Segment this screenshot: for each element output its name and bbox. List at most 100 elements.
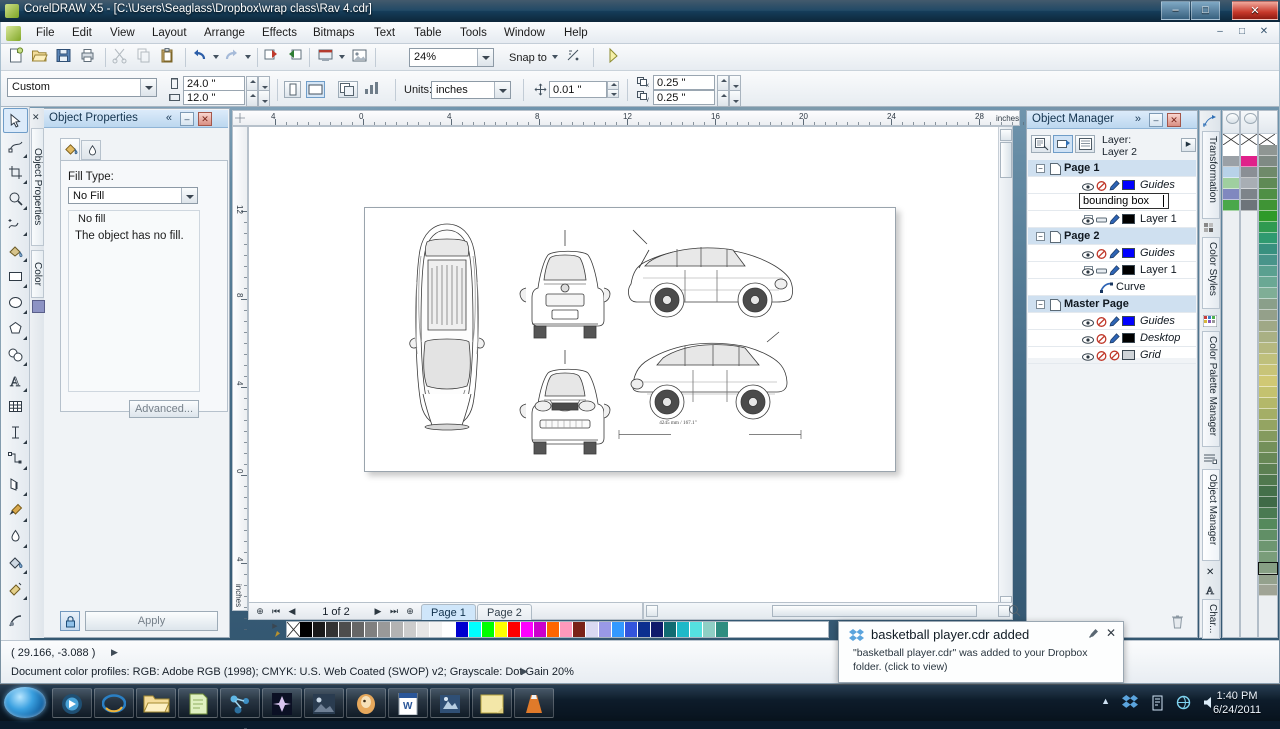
palette-swatch[interactable] xyxy=(1259,530,1277,541)
menu-effects[interactable]: Effects xyxy=(255,25,304,41)
palette-swatch[interactable] xyxy=(469,622,482,637)
docker-minimize-button[interactable]: – xyxy=(180,112,194,126)
palette-swatch[interactable] xyxy=(1259,178,1277,189)
color-palette[interactable] xyxy=(286,621,829,638)
palette-swatch[interactable] xyxy=(1241,200,1257,211)
page-height-spin-up[interactable] xyxy=(246,90,258,107)
object-manager-list[interactable]: −Page 1Guides+Layer 1−Page 2Guides−Layer… xyxy=(1028,160,1196,358)
expand-collapse-toggle[interactable]: − xyxy=(1036,232,1045,241)
table-tool[interactable] xyxy=(3,394,28,419)
layer-color-chip[interactable] xyxy=(1122,248,1135,258)
palette-swatch[interactable] xyxy=(378,622,391,637)
docked-color-palette-2[interactable] xyxy=(1240,110,1258,638)
import-icon[interactable] xyxy=(263,47,284,68)
color-profiles-arrow[interactable]: ▶ xyxy=(521,666,528,677)
palette-swatch[interactable] xyxy=(1259,464,1277,475)
visibility-toggle-icon[interactable] xyxy=(1082,267,1094,275)
canvas-horizontal-scrollbar[interactable] xyxy=(643,602,1013,620)
menu-table[interactable]: Table xyxy=(407,25,449,41)
paste-icon[interactable] xyxy=(159,47,180,68)
object-manager-page-row[interactable]: −Page 1 xyxy=(1028,160,1196,177)
zoom-tool[interactable] xyxy=(3,186,28,211)
menu-view[interactable]: View xyxy=(103,25,142,41)
docked-color-palette-1[interactable] xyxy=(1222,110,1240,638)
print-export-toggle-icon[interactable] xyxy=(1096,266,1107,276)
corel-draw-icon[interactable] xyxy=(430,688,470,718)
palette-swatch[interactable] xyxy=(638,622,651,637)
microsoft-word-icon[interactable]: W xyxy=(388,688,428,718)
palette-swatch[interactable] xyxy=(1223,189,1239,200)
print-export-toggle-icon[interactable] xyxy=(1096,249,1107,259)
fill-type-dropdown-arrow[interactable] xyxy=(181,188,197,203)
palette-swatch[interactable] xyxy=(313,622,326,637)
visibility-toggle-icon[interactable] xyxy=(1082,182,1094,190)
palette-swatch[interactable] xyxy=(417,622,430,637)
layer-color-chip[interactable] xyxy=(1122,265,1135,275)
palette-header[interactable] xyxy=(1223,111,1239,134)
palette-swatch[interactable] xyxy=(1259,497,1277,508)
palette-swatch[interactable] xyxy=(521,622,534,637)
notepad-icon[interactable] xyxy=(178,688,218,718)
default-color-palette[interactable] xyxy=(1258,110,1278,638)
palette-swatch[interactable] xyxy=(1259,563,1277,574)
launcher-dropdown-arrow[interactable] xyxy=(339,55,345,59)
print-export-toggle-icon[interactable] xyxy=(1096,334,1107,344)
paper-type-dropdown-arrow[interactable] xyxy=(140,79,156,96)
menu-help[interactable]: Help xyxy=(557,25,595,41)
application-launcher-icon[interactable] xyxy=(317,47,338,68)
object-manager-layer-row[interactable]: Desktop xyxy=(1028,330,1196,347)
object-manager-collapse-button[interactable]: » xyxy=(1135,113,1141,125)
document-page[interactable]: 4245 mm / 167.1" xyxy=(364,207,896,472)
zoom-level-dropdown-arrow[interactable] xyxy=(477,49,493,66)
side-tab-close-icon[interactable]: ✕ xyxy=(32,112,40,123)
ruler-origin-icon[interactable] xyxy=(233,111,247,125)
photo-viewer-icon[interactable] xyxy=(304,688,344,718)
network-app-icon[interactable] xyxy=(220,688,260,718)
palette-swatch[interactable] xyxy=(612,622,625,637)
edit-lock-toggle-icon[interactable] xyxy=(1109,265,1120,276)
object-manager-layer-row[interactable]: Guides xyxy=(1028,313,1196,330)
palette-swatch[interactable] xyxy=(1259,189,1277,200)
ellipse-tool[interactable] xyxy=(3,290,28,315)
add-page-before-button[interactable]: ⊕ xyxy=(253,605,267,618)
duplicate-x-field[interactable]: 0.25 " xyxy=(653,75,715,90)
expand-collapse-toggle[interactable]: − xyxy=(1036,164,1045,173)
palette-swatch[interactable] xyxy=(1259,343,1277,354)
palette-swatch[interactable] xyxy=(1259,387,1277,398)
palette-swatch[interactable] xyxy=(1259,255,1277,266)
basic-shapes-tool[interactable] xyxy=(3,342,28,367)
layer-rename-input[interactable]: bounding box xyxy=(1079,193,1169,209)
palette-swatch[interactable] xyxy=(560,622,573,637)
edit-lock-toggle-icon[interactable] xyxy=(1109,214,1120,225)
undo-dropdown-arrow[interactable] xyxy=(213,55,219,59)
object-manager-layer-row[interactable]: +Layer 1 xyxy=(1028,211,1196,228)
visibility-toggle-icon[interactable] xyxy=(1082,335,1094,343)
palette-swatch[interactable] xyxy=(1241,156,1257,167)
palette-header[interactable] xyxy=(1259,111,1277,134)
palette-swatch[interactable] xyxy=(651,622,664,637)
page-height-spin-down[interactable] xyxy=(258,90,270,107)
window-maximize-button[interactable]: □ xyxy=(1191,1,1220,20)
dropbox-tray-icon[interactable] xyxy=(1122,695,1138,711)
lock-icon[interactable] xyxy=(60,611,80,631)
palette-swatch[interactable] xyxy=(365,622,378,637)
nudge-offset-field[interactable]: 0.01 " xyxy=(549,81,607,98)
page-width-field[interactable]: 24.0 " xyxy=(183,76,245,91)
action-center-icon[interactable] xyxy=(1150,695,1166,711)
palette-swatch[interactable] xyxy=(1259,552,1277,563)
snap-to-label[interactable]: Snap to xyxy=(509,52,547,64)
mesh-fill-tool[interactable] xyxy=(3,609,28,634)
units-combo[interactable]: inches xyxy=(431,81,511,99)
palette-swatch[interactable] xyxy=(1259,222,1277,233)
palette-swatch[interactable] xyxy=(1259,277,1277,288)
menu-bitmaps[interactable]: Bitmaps xyxy=(306,25,362,41)
palette-swatch[interactable] xyxy=(1223,200,1239,211)
corel-vector-icon[interactable] xyxy=(605,47,626,68)
palette-swatch[interactable] xyxy=(1259,431,1277,442)
palette-swatch[interactable] xyxy=(1259,376,1277,387)
dropbox-notification[interactable]: basketball player.cdr added "basketball … xyxy=(838,621,1124,683)
palette-swatch[interactable] xyxy=(430,622,443,637)
palette-swatch[interactable] xyxy=(586,622,599,637)
windows-media-center-icon[interactable] xyxy=(52,688,92,718)
pick-tool[interactable] xyxy=(3,108,28,133)
